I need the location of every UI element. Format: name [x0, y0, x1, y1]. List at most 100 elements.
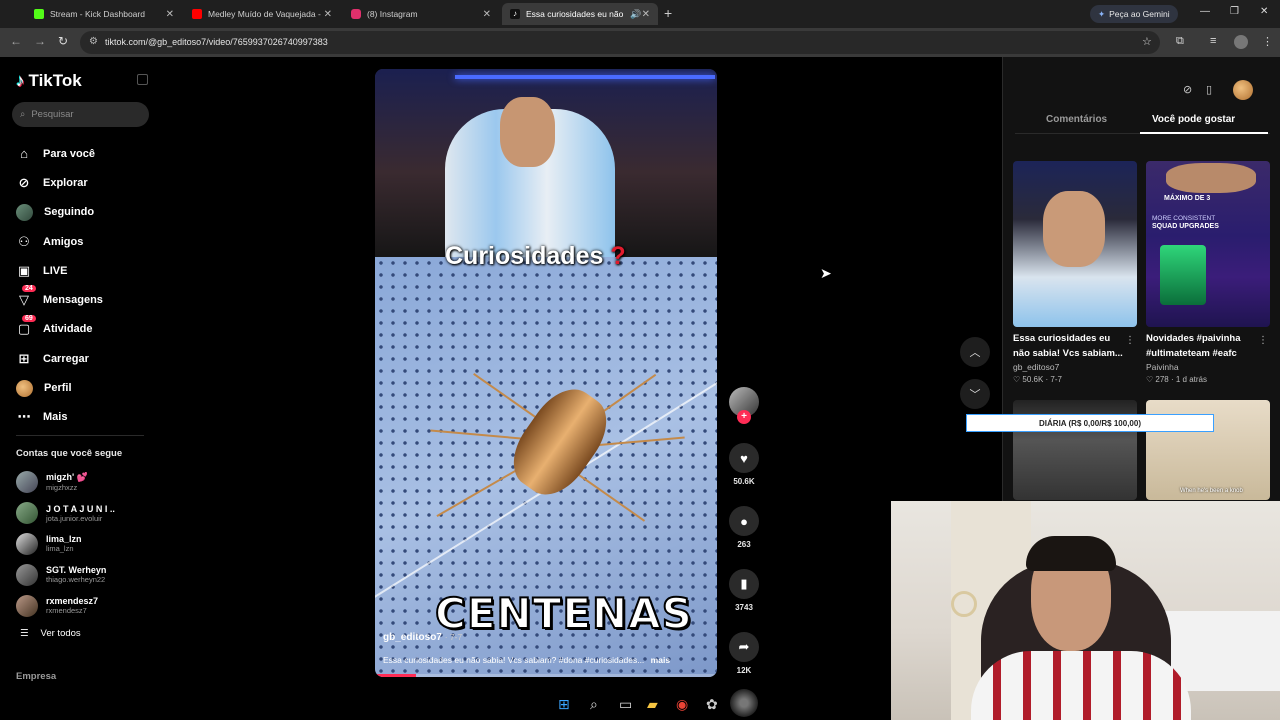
live-icon: ▣ — [17, 262, 31, 278]
tab-youtube[interactable]: Medley Muído de Vaquejada - ✕ — [184, 3, 340, 25]
webcam-headset — [1026, 536, 1116, 571]
video-thumbnail[interactable]: MÁXIMO DE 3 MORE CONSISTENT SQUAD UPGRAD… — [1146, 161, 1270, 327]
comment-action[interactable]: ● 263 — [728, 506, 760, 549]
like-count: 50.6K — [733, 477, 755, 486]
sidebar-item-label: Amigos — [43, 235, 84, 248]
previous-video-button[interactable]: ︿ — [960, 337, 990, 367]
windows-start-icon[interactable]: ⊞ — [558, 696, 570, 713]
search-input[interactable] — [31, 109, 132, 120]
share-action[interactable]: ➦ 12K — [728, 632, 760, 675]
heart-icon[interactable]: ♥ — [729, 443, 759, 473]
face-shape — [1166, 163, 1256, 193]
recommended-card[interactable]: MÁXIMO DE 3 MORE CONSISTENT SQUAD UPGRAD… — [1146, 161, 1270, 384]
card-meta: ♡ 50.6K · 7-7 — [1013, 375, 1062, 384]
sidebar-item-atividade[interactable]: ▢ 69 Atividade — [16, 314, 156, 344]
tab-instagram[interactable]: (8) Instagram ✕ — [343, 3, 499, 25]
sidebar-item-mensagens[interactable]: ▽ 24 Mensagens — [16, 285, 156, 314]
card-title: Novidades #paivinha #ultimateteam #eafc — [1146, 333, 1241, 359]
tiktok-icon: ♪ — [510, 9, 520, 19]
close-icon[interactable]: ✕ — [166, 9, 174, 20]
chrome-icon[interactable]: ◉ — [676, 696, 688, 713]
list-item[interactable]: lima_lzn lima_lzn — [16, 529, 146, 560]
comment-icon[interactable]: ● — [729, 506, 759, 536]
reload-icon[interactable]: ↻ — [58, 34, 68, 48]
recommended-card[interactable]: Essa curiosidades eu não sabia! Vcs sabi… — [1013, 161, 1137, 384]
creator-avatar[interactable]: + — [729, 387, 759, 424]
profile-avatar[interactable] — [1233, 80, 1253, 100]
tab-voce-pode-gostar[interactable]: Você pode gostar — [1152, 114, 1235, 125]
close-icon[interactable]: ✕ — [642, 9, 650, 20]
menu-dots-icon[interactable]: ⋮ — [1262, 35, 1273, 48]
tiktok-logo[interactable]: ♪ TikTok — [16, 71, 82, 91]
gemini-button[interactable]: ✦ Peça ao Gemini — [1090, 5, 1178, 23]
file-explorer-icon[interactable]: ▰ — [647, 696, 658, 713]
empresa-link[interactable]: Empresa — [16, 671, 56, 682]
next-video-button[interactable]: ﹀ — [960, 379, 990, 409]
device-icon[interactable]: ▯ — [1206, 83, 1212, 96]
url-text: tiktok.com/@gb_editoso7/video/7659937026… — [105, 37, 328, 47]
save-action[interactable]: ▮ 3743 — [728, 569, 760, 612]
close-icon[interactable]: ✕ — [483, 9, 491, 20]
share-icon[interactable]: ➦ — [729, 632, 759, 662]
forward-icon[interactable]: → — [34, 34, 46, 48]
follow-plus-icon[interactable]: + — [737, 410, 751, 424]
sidebar-item-mais[interactable]: ⋯ Mais — [16, 403, 156, 432]
avatar — [16, 532, 38, 555]
tab-tiktok[interactable]: ♪ Essa curiosidades eu não sa 🔊 ✕ — [502, 3, 658, 25]
account-name: lima_lzn — [46, 534, 82, 545]
video-thumbnail[interactable] — [1013, 161, 1137, 327]
sidebar-item-label: Mensagens — [43, 294, 103, 307]
bookmark-star-icon[interactable]: ☆ — [1142, 35, 1152, 48]
sidebar-item-perfil[interactable]: Perfil — [16, 373, 156, 402]
video-description: Essa curiosidades eu não sabia! Vcs sabi… — [383, 655, 713, 665]
site-info-icon[interactable]: ⚙ — [89, 36, 98, 47]
video-author[interactable]: gb_editoso7 · 7-7 — [383, 632, 462, 643]
windows-taskbar: ⊞ ⌕ ▭ ▰ ◉ ✿ — [0, 688, 891, 720]
back-icon[interactable]: ← — [10, 34, 22, 48]
account-name: migzh' 💕 — [46, 472, 88, 483]
collapse-sidebar-icon[interactable] — [137, 74, 148, 85]
video-player[interactable]: Curiosidades ? CENTENAS gb_editoso7 · 7-… — [375, 69, 717, 677]
compass-icon[interactable]: ⊘ — [1183, 83, 1192, 96]
search-icon[interactable]: ⌕ — [590, 696, 598, 713]
reading-list-icon[interactable]: ≡ — [1210, 35, 1216, 47]
address-bar[interactable]: ⚙ tiktok.com/@gb_editoso7/video/76599370… — [80, 31, 1160, 54]
extensions-icon[interactable]: ⧉ — [1176, 35, 1184, 48]
like-action[interactable]: ♥ 50.6K — [728, 443, 760, 486]
tab-comentarios[interactable]: Comentários — [1046, 114, 1107, 125]
list-item[interactable]: SGT. Werheyn thiago.werheyn22 — [16, 559, 146, 590]
list-item[interactable]: migzh' 💕 migzhxzz — [16, 467, 146, 498]
new-tab-button[interactable]: + — [664, 5, 672, 21]
account-name: J O T A J U N I .. — [46, 503, 115, 514]
search-box[interactable]: ⌕ — [12, 102, 149, 127]
more-options-icon[interactable]: ⋮ — [1258, 335, 1268, 346]
task-view-icon[interactable]: ▭ — [619, 696, 632, 713]
tab-kick-dashboard[interactable]: Stream - Kick Dashboard ✕ — [26, 3, 182, 25]
profile-avatar[interactable] — [1234, 35, 1248, 49]
sidebar-item-live[interactable]: ▣ LIVE — [16, 256, 156, 285]
sidebar-item-explorar[interactable]: ⊘ Explorar — [16, 168, 156, 197]
list-item[interactable]: rxmendesz7 rxmendesz7 — [16, 590, 146, 621]
speaker-icon[interactable]: 🔊 — [630, 9, 641, 20]
sidebar-item-para-voce[interactable]: ⌂ Para você — [16, 139, 156, 168]
close-window-button[interactable]: ✕ — [1260, 6, 1268, 17]
bookmark-icon[interactable]: ▮ — [729, 569, 759, 599]
sidebar-item-label: Perfil — [44, 382, 72, 395]
app-icon[interactable]: ✿ — [706, 696, 718, 713]
maximize-button[interactable]: ❐ — [1230, 6, 1239, 17]
sidebar-item-amigos[interactable]: ⚇ Amigos — [16, 227, 156, 256]
video-progress-bar[interactable] — [375, 674, 717, 677]
author-name: gb_editoso7 — [383, 632, 442, 643]
close-icon[interactable]: ✕ — [324, 9, 332, 20]
minimize-button[interactable]: — — [1200, 6, 1210, 17]
more-options-icon[interactable]: ⋮ — [1125, 335, 1135, 346]
see-all-link[interactable]: ☰ Ver todos — [20, 628, 81, 639]
list-icon: ☰ — [20, 628, 29, 639]
webcam-shirt — [971, 651, 1191, 720]
browser-tab-strip: Stream - Kick Dashboard ✕ Medley Muído d… — [0, 0, 1280, 28]
sidebar-item-carregar[interactable]: ⊞ Carregar — [16, 344, 156, 373]
list-item[interactable]: J O T A J U N I .. jota.junior.evoluir — [16, 498, 146, 529]
mouse-cursor-icon: ➤ — [820, 265, 832, 281]
sidebar-item-seguindo[interactable]: Seguindo — [16, 198, 156, 227]
more-link[interactable]: mais — [651, 655, 670, 665]
